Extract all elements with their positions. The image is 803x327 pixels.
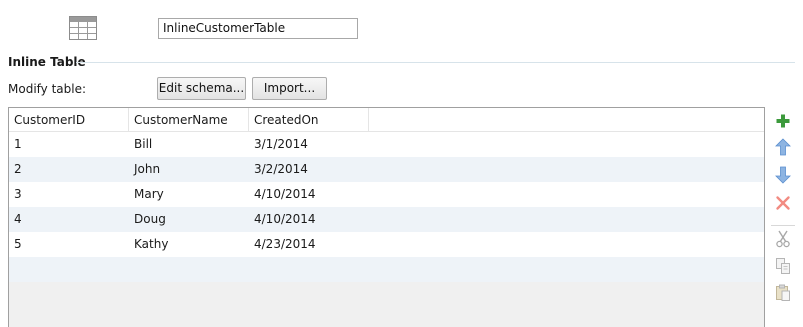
- edit-schema-button[interactable]: Edit schema...: [157, 77, 246, 100]
- cell-customername[interactable]: John: [129, 157, 249, 182]
- modify-table-label: Modify table:: [8, 82, 87, 96]
- empty-row: [9, 257, 764, 282]
- cell-createdon[interactable]: 4/10/2014: [249, 182, 369, 207]
- column-header-customerid[interactable]: CustomerID: [9, 108, 129, 132]
- cell-createdon[interactable]: 4/23/2014: [249, 232, 369, 257]
- section-title: Inline Table: [8, 55, 86, 69]
- cell-customerid[interactable]: 3: [9, 182, 129, 207]
- copy-icon[interactable]: [771, 254, 795, 278]
- cell-createdon[interactable]: 3/1/2014: [249, 132, 369, 157]
- cell-customerid[interactable]: 5: [9, 232, 129, 257]
- cell-customerid[interactable]: 4: [9, 207, 129, 232]
- table-row[interactable]: 5 Kathy 4/23/2014: [9, 232, 764, 257]
- cell-customerid[interactable]: 2: [9, 157, 129, 182]
- table-header: CustomerID CustomerName CreatedOn: [9, 108, 764, 132]
- paste-icon[interactable]: [771, 281, 795, 305]
- component-name-field[interactable]: InlineCustomerTable: [158, 18, 358, 39]
- cell-customerid[interactable]: 1: [9, 132, 129, 157]
- table-row[interactable]: 4 Doug 4/10/2014: [9, 207, 764, 232]
- table-row[interactable]: 3 Mary 4/10/2014: [9, 182, 764, 207]
- cell-createdon[interactable]: 3/2/2014: [249, 157, 369, 182]
- inline-table[interactable]: CustomerID CustomerName CreatedOn 1 Bill…: [8, 107, 765, 327]
- cell-createdon[interactable]: 4/10/2014: [249, 207, 369, 232]
- column-header-customername[interactable]: CustomerName: [129, 108, 249, 132]
- move-down-icon[interactable]: [771, 163, 795, 187]
- add-icon[interactable]: [771, 109, 795, 133]
- import-button[interactable]: Import...: [252, 77, 327, 100]
- toolbar-divider: [771, 225, 795, 226]
- move-up-icon[interactable]: [771, 135, 795, 159]
- column-header-createdon[interactable]: CreatedOn: [249, 108, 369, 132]
- table-row[interactable]: 1 Bill 3/1/2014: [9, 132, 764, 157]
- table-icon: [69, 16, 97, 40]
- delete-icon[interactable]: [771, 191, 795, 215]
- cell-customername[interactable]: Bill: [129, 132, 249, 157]
- cell-customername[interactable]: Doug: [129, 207, 249, 232]
- cell-customername[interactable]: Kathy: [129, 232, 249, 257]
- cell-customername[interactable]: Mary: [129, 182, 249, 207]
- table-row[interactable]: 2 John 3/2/2014: [9, 157, 764, 182]
- section-divider: [76, 62, 795, 63]
- cut-icon[interactable]: [771, 227, 795, 251]
